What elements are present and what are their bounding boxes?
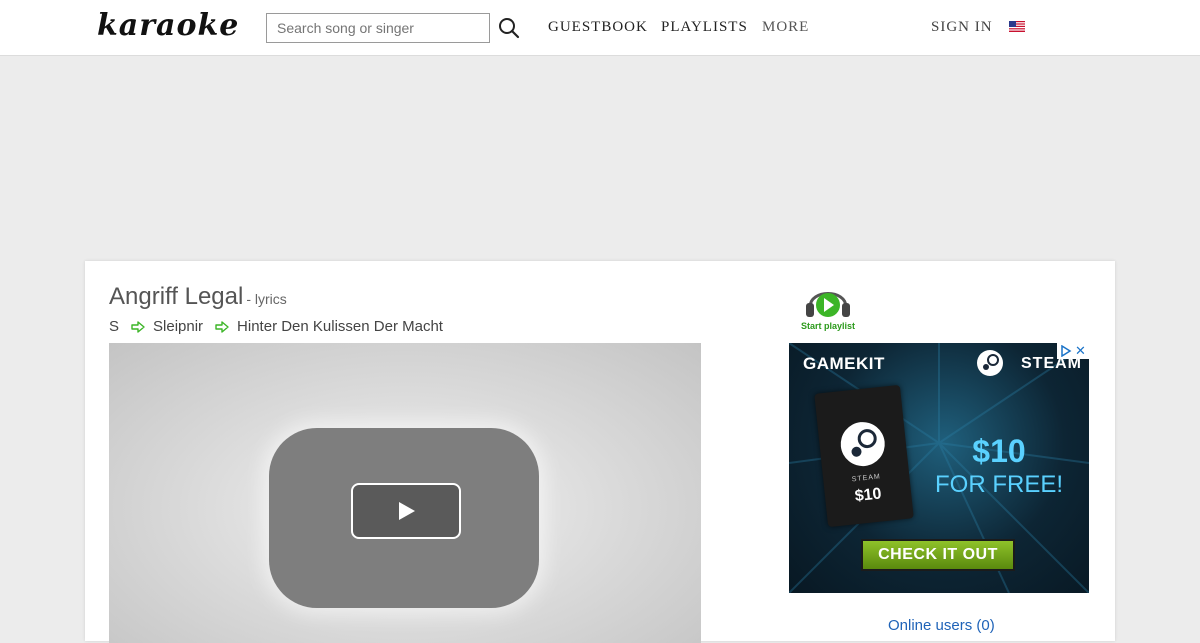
search-icon[interactable] bbox=[498, 17, 520, 39]
top-navbar: karaoke GUESTBOOK PLAYLISTS MORE SIGN IN bbox=[0, 0, 1200, 56]
site-logo[interactable]: karaoke bbox=[97, 8, 239, 43]
card-price: $10 bbox=[853, 485, 883, 506]
ad-offer: FOR FREE! bbox=[935, 471, 1064, 498]
nav-more[interactable]: MORE bbox=[762, 19, 809, 36]
play-button[interactable] bbox=[351, 483, 461, 539]
steam-ad-banner[interactable]: GAMEKIT STEAM STEAM $10 $10 FOR FREE! CH… bbox=[789, 343, 1089, 593]
video-player[interactable] bbox=[109, 343, 701, 643]
steam-logo-icon bbox=[840, 422, 885, 467]
breadcrumb-album[interactable]: Hinter Den Kulissen Der Macht bbox=[237, 318, 443, 335]
steam-gift-card: STEAM $10 bbox=[814, 384, 914, 528]
page-title: Angriff Legal - lyrics bbox=[109, 283, 287, 311]
breadcrumb: S Sleipnir Hinter Den Kulissen Der Macht bbox=[109, 318, 443, 335]
sign-in-link[interactable]: SIGN IN bbox=[931, 19, 993, 36]
headphones-play-icon bbox=[806, 292, 850, 317]
song-title-text: Angriff Legal bbox=[109, 283, 244, 310]
nav-guestbook[interactable]: GUESTBOOK bbox=[548, 19, 648, 36]
breadcrumb-letter[interactable]: S bbox=[109, 318, 119, 335]
steam-logo-icon bbox=[977, 350, 1003, 376]
ad-brand: GAMEKIT bbox=[803, 354, 885, 373]
ad-choices[interactable]: ✕ bbox=[1057, 343, 1089, 359]
close-icon[interactable]: ✕ bbox=[1075, 343, 1086, 358]
play-icon bbox=[399, 502, 415, 520]
breadcrumb-artist[interactable]: Sleipnir bbox=[153, 318, 203, 335]
nav-playlists[interactable]: PLAYLISTS bbox=[661, 19, 748, 36]
ad-choices-icon[interactable] bbox=[1060, 345, 1072, 357]
arrow-right-icon bbox=[215, 320, 229, 333]
start-playlist-button[interactable]: Start playlist bbox=[798, 281, 858, 333]
check-it-out-button[interactable]: CHECK IT OUT bbox=[861, 539, 1015, 571]
search-input[interactable] bbox=[266, 13, 490, 43]
us-flag-icon[interactable] bbox=[1009, 21, 1025, 32]
start-playlist-label: Start playlist bbox=[800, 321, 856, 331]
online-users-link[interactable]: Online users (0) bbox=[888, 617, 995, 634]
song-title-suffix: - lyrics bbox=[246, 291, 287, 307]
arrow-right-icon bbox=[131, 320, 145, 333]
song-card: Angriff Legal - lyrics S Sleipnir Hinter … bbox=[85, 261, 1115, 643]
ad-amount: $10 bbox=[972, 433, 1026, 469]
